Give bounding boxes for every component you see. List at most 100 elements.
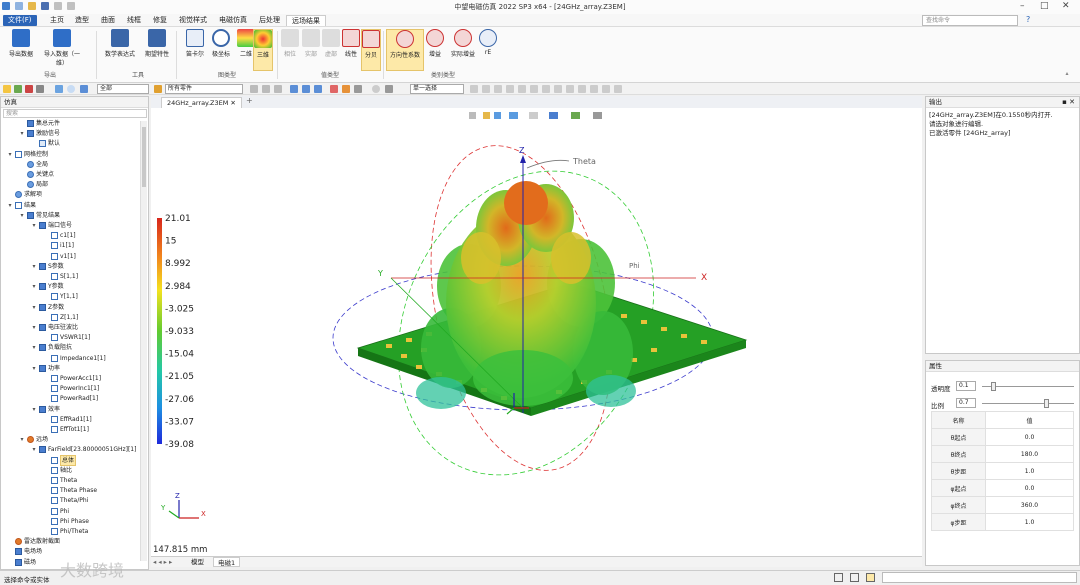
menu-wireframe[interactable]: 线框 xyxy=(122,15,146,26)
snap-icon-9[interactable] xyxy=(354,85,362,93)
layout-icon-3[interactable] xyxy=(866,573,875,582)
new-tab-icon[interactable]: + xyxy=(246,96,253,105)
tree-node[interactable]: ▾ 激励信号 xyxy=(19,129,60,138)
tree-node[interactable]: ▾ FarField[23.80000051GHz][1] xyxy=(31,445,136,454)
tab-em1[interactable]: 电磁1 xyxy=(213,557,241,567)
property-row[interactable]: θ终点 180.0 xyxy=(931,445,1074,463)
tree-scrollbar[interactable] xyxy=(140,121,147,561)
real-button[interactable]: 实部 xyxy=(301,29,321,71)
filter-icon[interactable] xyxy=(14,85,22,93)
tree-node[interactable]: i1[1] xyxy=(43,241,74,250)
tree-node[interactable]: 全局 xyxy=(19,160,48,169)
line-icon-7[interactable] xyxy=(542,85,550,93)
menu-far-field[interactable]: 远场结果 xyxy=(286,15,326,26)
math-expression-button[interactable]: 数学表达式 xyxy=(102,29,138,71)
command-search-input[interactable]: 查找命令 xyxy=(922,15,1018,26)
parts-select[interactable]: 所有零件 xyxy=(165,84,243,94)
menu-file[interactable]: 文件(F) xyxy=(3,15,37,26)
tree-node[interactable]: S[1,1] xyxy=(43,272,78,281)
line-icon-4[interactable] xyxy=(506,85,514,93)
realized-gain-button[interactable]: 实际增益 xyxy=(446,29,480,71)
tree-node[interactable]: Impedance1[1] xyxy=(43,354,106,363)
tree-node[interactable]: EffRad1[1] xyxy=(43,415,92,424)
minus-icon[interactable] xyxy=(25,85,33,93)
line-icon-1[interactable] xyxy=(470,85,478,93)
expand-icon[interactable]: ▾ xyxy=(19,129,25,138)
tree-node[interactable]: Phi/Theta xyxy=(43,527,88,536)
command-input[interactable] xyxy=(882,572,1077,583)
tree-node[interactable]: 局部 xyxy=(19,180,48,189)
gain-button[interactable]: 增益 xyxy=(425,29,445,71)
menu-visual-style[interactable]: 视觉样式 xyxy=(174,15,212,26)
expand-icon[interactable]: ▾ xyxy=(7,150,13,159)
tree-node[interactable]: Y[1,1] xyxy=(43,292,78,301)
line-icon-11[interactable] xyxy=(590,85,598,93)
tree-node[interactable]: Z[1,1] xyxy=(43,313,78,322)
snap-icon-1[interactable] xyxy=(250,85,258,93)
re-button[interactable]: rE xyxy=(478,29,498,71)
tree-node[interactable]: 总体 xyxy=(43,454,77,466)
snap-icon-3[interactable] xyxy=(274,85,282,93)
property-row[interactable]: φ终点 360.0 xyxy=(931,496,1074,514)
tree-node[interactable]: ▾ S参数 xyxy=(31,262,64,271)
tree-node[interactable]: ▾ 功率 xyxy=(31,364,60,373)
expand-icon[interactable]: ▾ xyxy=(31,282,37,291)
tree-node[interactable]: Phi xyxy=(43,507,69,516)
3d-viewport[interactable]: Z X Y Theta Phi 21.01 15 8.992 2.984 -3.025 -… xyxy=(151,108,922,556)
transparency-slider[interactable] xyxy=(982,382,1074,391)
linear-button[interactable]: 线性 xyxy=(341,29,361,71)
line-icon-9[interactable] xyxy=(566,85,574,93)
tree-node[interactable]: ▾ 端口信号 xyxy=(31,221,72,230)
property-value[interactable]: 180.0 xyxy=(985,445,1074,463)
property-row[interactable]: θ步距 1.0 xyxy=(931,462,1074,480)
tree-node[interactable]: EffTot1[1] xyxy=(43,425,89,434)
snap-icon-11[interactable] xyxy=(385,85,393,93)
expand-icon[interactable]: ▾ xyxy=(7,201,13,210)
expand-icon[interactable]: ▾ xyxy=(31,364,37,373)
tree-node[interactable]: 轴比 xyxy=(43,466,72,475)
snap-icon-5[interactable] xyxy=(302,85,310,93)
line-icon-10[interactable] xyxy=(578,85,586,93)
tree-node[interactable]: PowerInc1[1] xyxy=(43,384,99,393)
tab-model[interactable]: 模型 xyxy=(187,557,208,567)
help-icon[interactable]: ? xyxy=(1026,15,1030,24)
snap-icon-6[interactable] xyxy=(314,85,322,93)
snap-icon-4[interactable] xyxy=(290,85,298,93)
tree-node[interactable]: 雷达散射截面 xyxy=(7,537,60,546)
tree-node[interactable]: Theta xyxy=(43,476,77,485)
tree-node[interactable]: ▾ Z参数 xyxy=(31,303,64,312)
line-icon-6[interactable] xyxy=(530,85,538,93)
select-mode-select[interactable]: 单一选择 xyxy=(410,84,464,94)
expand-icon[interactable]: ▾ xyxy=(31,303,37,312)
snap-icon-2[interactable] xyxy=(262,85,270,93)
expand-icon[interactable]: ▾ xyxy=(31,221,37,230)
zoom-icon[interactable] xyxy=(80,85,88,93)
scale-slider[interactable] xyxy=(982,399,1074,408)
menu-em-sim[interactable]: 电磁仿真 xyxy=(214,15,252,26)
tree-node[interactable]: 关键点 xyxy=(19,170,54,179)
tree-node[interactable]: PowerAcc1[1] xyxy=(43,374,101,383)
pointer-icon[interactable] xyxy=(3,85,11,93)
circle-select-icon[interactable] xyxy=(67,85,75,93)
property-value[interactable]: 1.0 xyxy=(985,513,1074,531)
tree-node[interactable]: ▾ 网格控制 xyxy=(7,150,48,159)
ribbon-collapse-icon[interactable]: ▴ xyxy=(1060,70,1074,77)
panel-pin-icon[interactable]: ▪ ✕ xyxy=(1062,98,1075,106)
property-row[interactable]: φ步距 1.0 xyxy=(931,513,1074,531)
tree-node[interactable]: v1[1] xyxy=(43,252,76,261)
menu-home[interactable]: 主页 xyxy=(45,15,69,26)
tree-node[interactable]: Theta Phase xyxy=(43,486,97,495)
db-button[interactable]: 分贝 xyxy=(361,29,381,71)
property-value[interactable]: 0.0 xyxy=(985,428,1074,446)
part-icon[interactable] xyxy=(154,85,162,93)
menu-post[interactable]: 后处理 xyxy=(254,15,285,26)
tree-node[interactable]: ▾ 电压驻波比 xyxy=(31,323,78,332)
tree-node[interactable]: ▾ 负载阻抗 xyxy=(31,343,72,352)
menu-repair[interactable]: 修复 xyxy=(148,15,172,26)
tree-node[interactable]: 集总元件 xyxy=(19,119,60,128)
tree-node[interactable]: 电场场 xyxy=(7,547,42,556)
transparency-input[interactable]: 0.1 xyxy=(956,381,976,391)
line-icon-13[interactable] xyxy=(614,85,622,93)
directivity-button[interactable]: 方向性系数 xyxy=(386,29,424,71)
line-icon-12[interactable] xyxy=(602,85,610,93)
